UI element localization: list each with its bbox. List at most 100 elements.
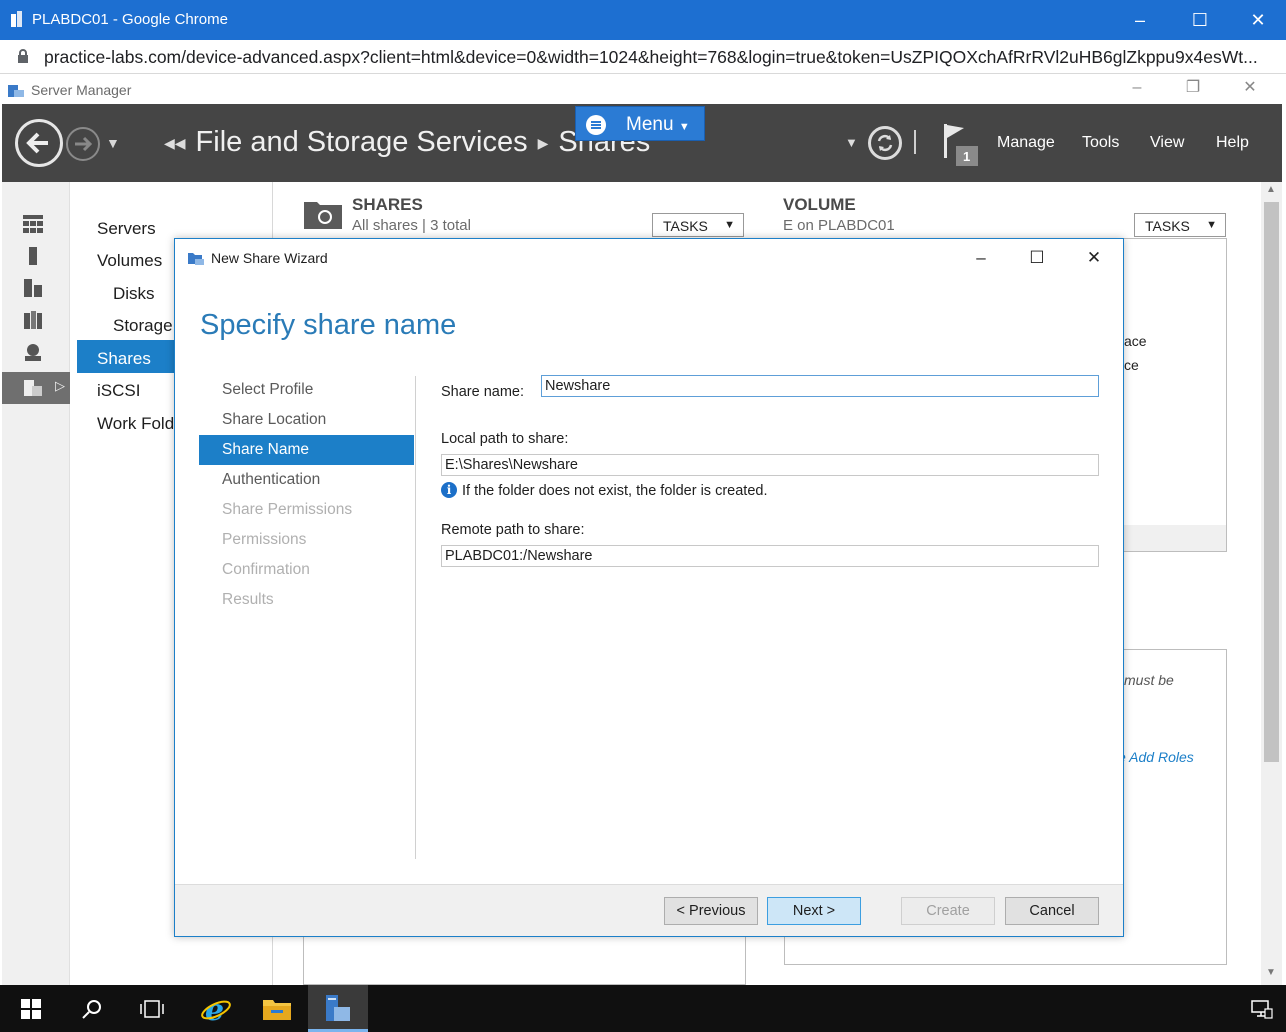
search-icon xyxy=(82,1000,101,1019)
task-view-button[interactable] xyxy=(121,985,181,1032)
wizard-footer: < Previous Next > Create Cancel xyxy=(175,884,1123,936)
notifications-flag[interactable]: 1 xyxy=(940,122,982,168)
menu-icon xyxy=(586,115,606,135)
breadcrumb-item[interactable]: File and Storage Services xyxy=(196,126,528,158)
tasks-dropdown-icon: ▼ xyxy=(724,219,735,231)
add-roles-link[interactable]: e Add Roles xyxy=(1118,749,1194,765)
volume-tasks-button[interactable]: TASKS ▼ xyxy=(1134,213,1226,237)
quota-text-fragment: must be xyxy=(1124,672,1174,688)
start-button[interactable] xyxy=(0,985,60,1032)
server-manager-title: Server Manager xyxy=(31,82,132,98)
nav-item-disks[interactable]: Disks xyxy=(113,284,155,304)
steps-divider xyxy=(415,376,416,859)
remote-path-field[interactable] xyxy=(441,545,1099,567)
folder-icon xyxy=(263,1000,291,1020)
dashboard-icon[interactable] xyxy=(22,214,44,234)
left-rail: ▷ xyxy=(2,182,70,985)
nav-item-work-folders[interactable]: Work Fold xyxy=(97,414,174,434)
step-share-name[interactable]: Share Name xyxy=(199,435,414,465)
step-results: Results xyxy=(222,591,274,608)
search-button[interactable] xyxy=(61,985,121,1032)
info-icon: i xyxy=(441,482,457,498)
forward-button[interactable] xyxy=(66,127,100,161)
address-bar[interactable]: practice-labs.com/device-advanced.aspx?c… xyxy=(0,40,1286,74)
task-view-icon xyxy=(140,1000,164,1018)
breadcrumb-separator-icon: ▶ xyxy=(537,134,549,151)
tasks-label: TASKS xyxy=(663,218,708,234)
local-server-icon[interactable] xyxy=(22,246,44,266)
all-servers-icon[interactable] xyxy=(22,278,44,298)
wizard-title: New Share Wizard xyxy=(211,250,328,266)
sm-minimize-icon[interactable]: – xyxy=(1115,76,1159,102)
shares-tasks-button[interactable]: TASKS ▼ xyxy=(652,213,744,237)
dns-icon[interactable] xyxy=(22,342,44,362)
server-manager-titlebar: Server Manager – ❐ ✕ xyxy=(2,76,1282,104)
notifications-icon[interactable] xyxy=(1251,999,1273,1019)
server-app-icon xyxy=(11,11,22,27)
menu-tools[interactable]: Tools xyxy=(1082,134,1119,152)
internet-explorer-button[interactable]: e xyxy=(185,985,245,1032)
windows-taskbar: e xyxy=(0,985,1286,1032)
windows-logo-icon xyxy=(21,999,41,1019)
wizard-maximize-icon[interactable]: ☐ xyxy=(1014,243,1060,273)
step-share-location[interactable]: Share Location xyxy=(199,405,414,435)
server-manager-icon xyxy=(326,995,350,1021)
cancel-button[interactable]: Cancel xyxy=(1005,897,1099,925)
breadcrumb-back-icon[interactable]: ◀◀ xyxy=(164,135,186,151)
previous-button[interactable]: < Previous xyxy=(664,897,758,925)
remote-path-label: Remote path to share: xyxy=(441,522,585,538)
minimize-icon[interactable]: – xyxy=(1120,4,1160,36)
server-manager-icon xyxy=(8,85,24,97)
scroll-down-icon[interactable]: ▼ xyxy=(1266,967,1276,978)
step-permissions: Permissions xyxy=(222,531,307,548)
header-divider xyxy=(914,130,916,154)
step-select-profile[interactable]: Select Profile xyxy=(199,375,414,405)
lock-icon xyxy=(18,49,28,63)
server-manager-taskbar-button[interactable] xyxy=(308,985,368,1032)
nav-item-iscsi[interactable]: iSCSI xyxy=(97,381,140,401)
wizard-minimize-icon[interactable]: – xyxy=(958,243,1004,273)
volume-text-fragment: ace xyxy=(1124,333,1147,349)
rail-active-item[interactable]: ▷ xyxy=(2,372,70,404)
volume-text-fragment: ce xyxy=(1124,357,1139,373)
next-button[interactable]: Next > xyxy=(767,897,861,925)
back-button[interactable] xyxy=(15,119,63,167)
remote-menu-button[interactable]: Menu ▼ xyxy=(575,106,705,141)
sm-restore-icon[interactable]: ❐ xyxy=(1171,76,1215,102)
nav-item-storage[interactable]: Storage xyxy=(113,316,173,336)
local-path-field[interactable] xyxy=(441,454,1099,476)
nav-item-shares[interactable]: Shares xyxy=(97,349,151,369)
nav-item-servers[interactable]: Servers xyxy=(97,219,156,239)
step-share-permissions: Share Permissions xyxy=(222,501,353,518)
arrow-right-icon xyxy=(75,136,93,152)
url-text[interactable]: practice-labs.com/device-advanced.aspx?c… xyxy=(44,47,1274,68)
menu-manage[interactable]: Manage xyxy=(997,134,1055,152)
menu-view[interactable]: View xyxy=(1150,134,1184,152)
remote-menu-label: Menu xyxy=(626,114,674,135)
tasks-dropdown-icon: ▼ xyxy=(1206,219,1217,231)
step-authentication[interactable]: Authentication xyxy=(199,465,414,495)
flag-icon xyxy=(944,124,978,166)
nav-item-volumes[interactable]: Volumes xyxy=(97,251,162,271)
maximize-icon[interactable]: ☐ xyxy=(1180,4,1220,36)
internet-explorer-icon: e xyxy=(201,993,231,1025)
file-explorer-button[interactable] xyxy=(246,985,306,1032)
menu-help[interactable]: Help xyxy=(1216,134,1249,152)
arrow-left-icon xyxy=(26,132,48,154)
share-name-input[interactable] xyxy=(541,375,1099,397)
file-storage-icon xyxy=(24,380,42,396)
history-dropdown-icon[interactable]: ▼ xyxy=(106,135,120,151)
wizard-close-icon[interactable]: ✕ xyxy=(1071,243,1117,273)
content-scrollbar[interactable]: ▲ ▼ xyxy=(1261,182,1282,985)
shares-tile-icon xyxy=(304,202,342,229)
browser-window-title: PLABDC01 - Google Chrome xyxy=(32,11,228,28)
scroll-up-icon[interactable]: ▲ xyxy=(1266,184,1276,195)
sm-close-icon[interactable]: ✕ xyxy=(1228,76,1272,102)
refresh-button[interactable] xyxy=(868,126,902,160)
header-dropdown-icon[interactable]: ▼ xyxy=(845,135,858,150)
close-icon[interactable]: ✕ xyxy=(1238,4,1278,36)
notification-count: 1 xyxy=(963,149,971,164)
wizard-heading: Specify share name xyxy=(200,309,457,341)
scroll-thumb[interactable] xyxy=(1264,202,1279,762)
ad-ds-icon[interactable] xyxy=(22,310,44,330)
